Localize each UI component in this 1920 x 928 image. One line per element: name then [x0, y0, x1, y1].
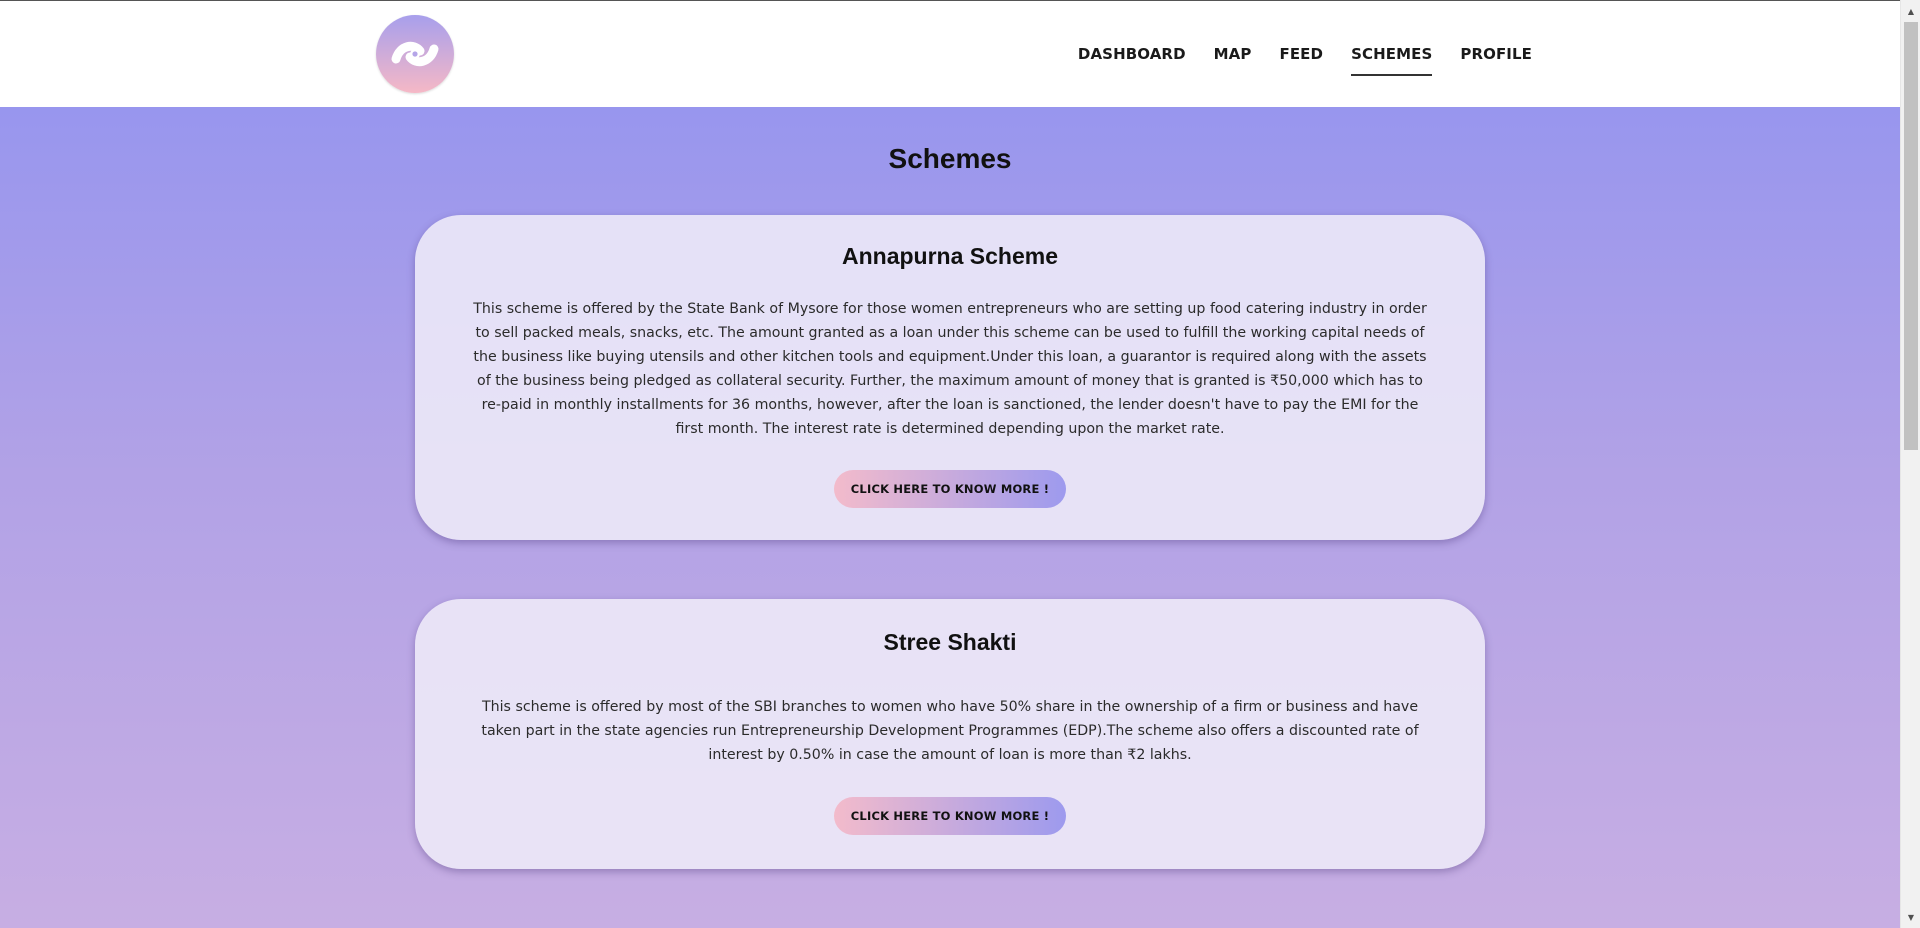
top-navbar: DASHBOARD MAP FEED SCHEMES PROFILE: [0, 1, 1900, 107]
main-nav: DASHBOARD MAP FEED SCHEMES PROFILE: [1078, 1, 1532, 107]
nav-dashboard[interactable]: DASHBOARD: [1078, 39, 1186, 69]
scrollbar-thumb[interactable]: [1904, 22, 1918, 450]
scheme-card-stree-shakti: Stree Shakti This scheme is offered by m…: [415, 599, 1485, 869]
page-title: Schemes: [888, 143, 1012, 174]
nav-schemes[interactable]: SCHEMES: [1351, 39, 1433, 76]
logo-icon[interactable]: [376, 15, 454, 93]
schemes-section: Schemes Annapurna Scheme This scheme is …: [0, 107, 1900, 928]
scroll-up-icon[interactable]: ▲: [1901, 2, 1920, 20]
know-more-button[interactable]: CLICK HERE TO KNOW MORE !: [834, 797, 1066, 835]
scheme-title: Stree Shakti: [883, 629, 1017, 655]
scheme-card-annapurna: Annapurna Scheme This scheme is offered …: [415, 215, 1485, 540]
nav-feed[interactable]: FEED: [1279, 39, 1323, 69]
nav-map[interactable]: MAP: [1214, 39, 1252, 69]
vertical-scrollbar[interactable]: ▲ ▼: [1900, 0, 1920, 928]
logo-mark-icon: [391, 41, 439, 67]
scroll-down-icon[interactable]: ▼: [1901, 908, 1920, 926]
scheme-title: Annapurna Scheme: [842, 243, 1058, 269]
scheme-description: This scheme is offered by most of the SB…: [481, 699, 1419, 763]
nav-profile[interactable]: PROFILE: [1460, 39, 1532, 69]
know-more-button[interactable]: CLICK HERE TO KNOW MORE !: [834, 470, 1066, 508]
scheme-description: This scheme is offered by the State Bank…: [473, 301, 1427, 437]
